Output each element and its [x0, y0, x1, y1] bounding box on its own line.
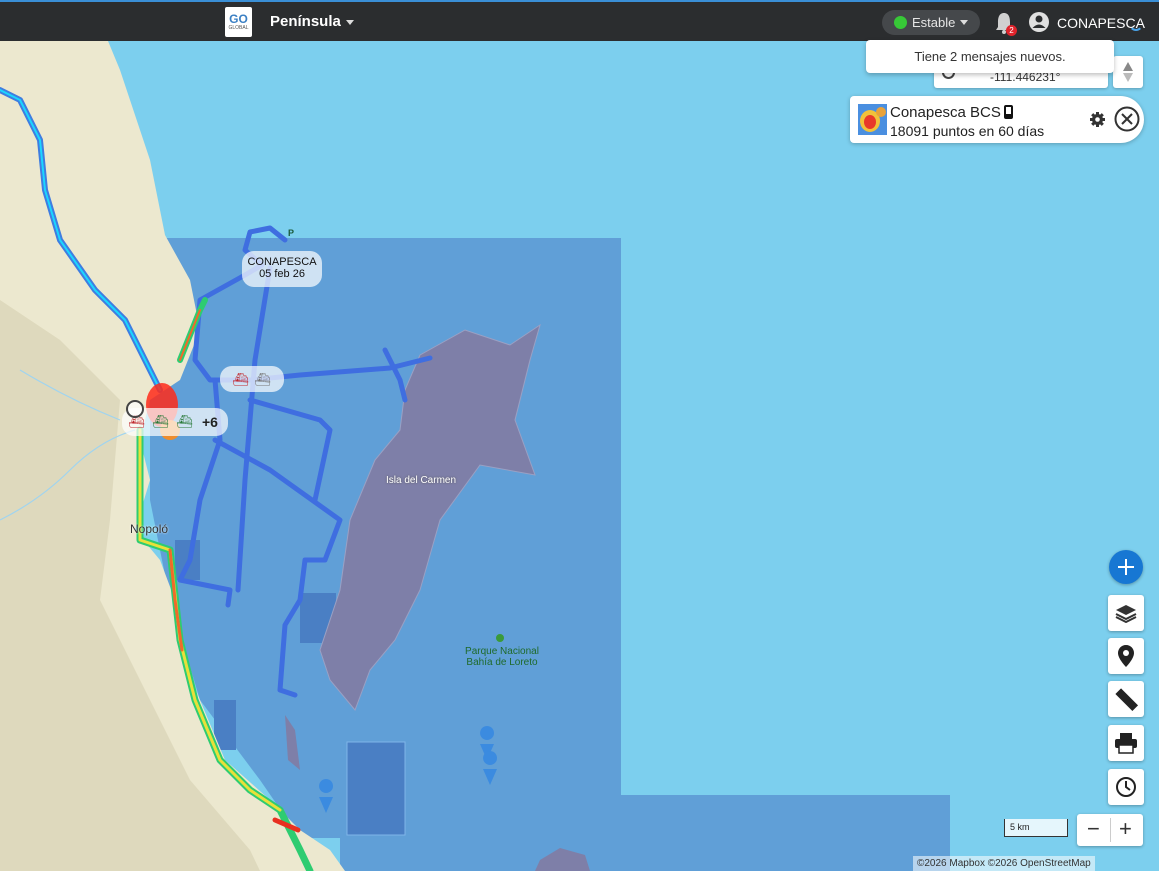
- measure-button[interactable]: [1108, 681, 1144, 717]
- printer-icon: [1115, 733, 1137, 754]
- heatmap-thumbnail-icon: [858, 104, 887, 135]
- top-bar: GO GLOBAL Península Estable 2 CONAPESCA: [0, 0, 1159, 41]
- chevron-down-icon: [960, 20, 969, 25]
- vessel-name: CONAPESCA: [247, 256, 317, 268]
- layer-subtitle: 18091 puntos en 60 días: [890, 123, 1045, 139]
- chevron-down-icon: [345, 19, 354, 25]
- vessel-label[interactable]: CONAPESCA 05 feb 26: [242, 251, 322, 287]
- location-button[interactable]: [1108, 638, 1144, 674]
- port-target-icon[interactable]: [126, 400, 144, 418]
- notification-toast[interactable]: Tiene 2 mensajes nuevos.: [866, 40, 1114, 73]
- cluster-count: +6: [202, 414, 218, 430]
- vessel-icon: ⛴: [232, 372, 249, 387]
- user-avatar-icon[interactable]: [1028, 11, 1050, 33]
- zone-block: [346, 741, 406, 836]
- map-attribution[interactable]: ©2026 Mapbox ©2026 OpenStreetMap: [913, 856, 1095, 871]
- history-button[interactable]: [1108, 769, 1144, 805]
- island-label: Isla del Carmen: [386, 475, 457, 486]
- compass-button[interactable]: [1113, 56, 1143, 88]
- layer-title: Conapesca BCS: [890, 104, 1013, 121]
- zoom-control: − +: [1077, 814, 1143, 846]
- notification-badge: 2: [1006, 25, 1017, 36]
- town-label: Nopoló: [130, 522, 169, 536]
- location-pin-icon: [1118, 645, 1134, 667]
- logo-subtext: GLOBAL: [228, 25, 249, 31]
- zoom-out-button[interactable]: −: [1087, 817, 1100, 841]
- vessel-marker-letter: P: [288, 228, 295, 238]
- zoom-divider: [1110, 818, 1111, 842]
- print-button[interactable]: [1108, 725, 1144, 761]
- app-logo[interactable]: GO GLOBAL: [225, 7, 252, 37]
- park-label: Parque Nacional Bahía de Loreto: [465, 646, 539, 668]
- region-label: Península: [270, 13, 341, 30]
- toast-message: Tiene 2 mensajes nuevos.: [914, 49, 1066, 64]
- logo-text: GO: [229, 12, 248, 26]
- history-icon: [1116, 777, 1136, 797]
- loading-spinner-icon: [1129, 17, 1143, 31]
- status-dropdown[interactable]: Estable: [882, 10, 980, 35]
- vessel-cluster-group[interactable]: ⛴ ⛴: [220, 366, 284, 392]
- layers-icon: [1115, 605, 1137, 623]
- layers-button[interactable]: [1108, 595, 1144, 631]
- layer-title-text: Conapesca BCS: [890, 104, 1001, 121]
- vessel-icon: ⛴: [152, 414, 169, 429]
- region-selector[interactable]: Península: [270, 13, 354, 30]
- gear-icon[interactable]: [1089, 111, 1106, 128]
- status-indicator-icon: [894, 16, 907, 29]
- vessel-icon: ⛴: [176, 414, 193, 429]
- status-label: Estable: [912, 15, 956, 30]
- mobile-device-icon: [1003, 105, 1013, 119]
- scale-bar: 5 km: [1004, 819, 1068, 837]
- close-icon[interactable]: [1114, 106, 1140, 132]
- add-button[interactable]: [1109, 550, 1143, 584]
- zoom-in-button[interactable]: +: [1119, 817, 1132, 841]
- vessel-icon: ⛴: [254, 372, 271, 387]
- ruler-icon: [1115, 688, 1139, 712]
- park-icon: [496, 634, 504, 642]
- compass-icon: [1123, 62, 1133, 82]
- vessel-date: 05 feb 26: [259, 268, 305, 280]
